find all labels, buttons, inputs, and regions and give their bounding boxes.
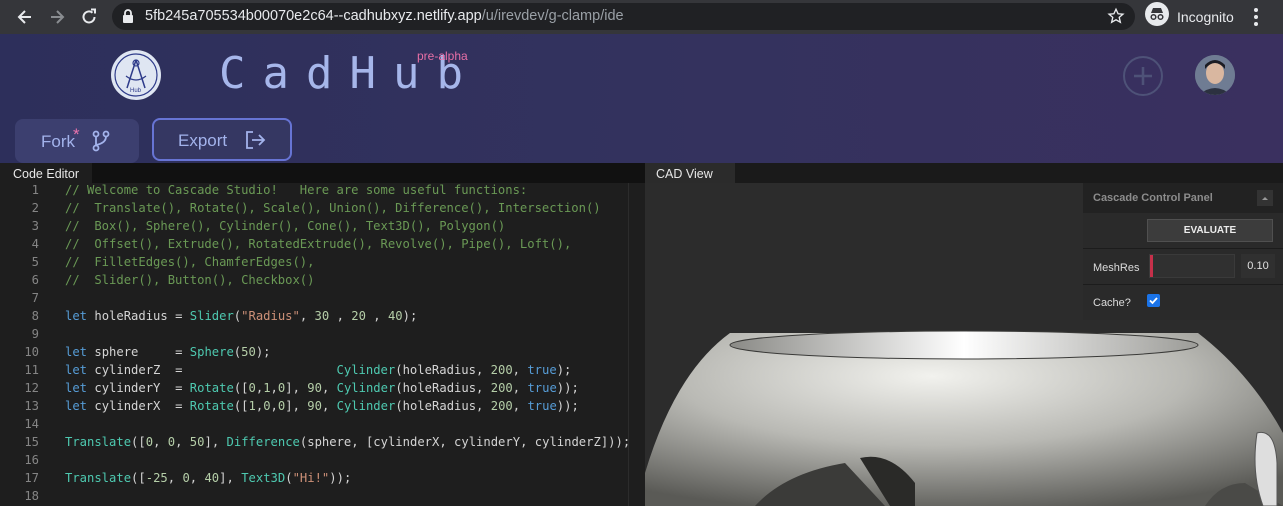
code-line[interactable]: 8 let holeRadius = Slider("Radius", 30 , … [0, 309, 628, 327]
code-line[interactable]: 17 Translate([-25, 0, 40], Text3D("Hi!"))… [0, 471, 628, 489]
code-area[interactable]: 1 // Welcome to Cascade Studio! Here are … [0, 183, 631, 506]
bookmark-star-icon[interactable] [1107, 7, 1125, 30]
add-part-button[interactable] [1123, 56, 1163, 96]
line-number: 17 [24, 471, 39, 485]
line-number: 8 [31, 309, 39, 323]
code-editor-panel: Code Editor 1 // Welcome to Cascade Studi… [0, 163, 645, 506]
line-number: 6 [31, 273, 39, 287]
code-line[interactable]: 7 [0, 291, 628, 309]
code-line[interactable]: 2 // Translate(), Rotate(), Scale(), Unio… [0, 201, 628, 219]
line-number: 13 [24, 399, 39, 413]
line-content: let cylinderX = Rotate([1,0,0], 90, Cyli… [65, 399, 579, 413]
line-number: 1 [31, 183, 39, 197]
meshres-value-input[interactable]: 0.10 [1241, 254, 1275, 278]
code-line[interactable]: 3 // Box(), Sphere(), Cylinder(), Cone(),… [0, 219, 628, 237]
cache-label: Cache? [1093, 297, 1131, 309]
code-line[interactable]: 6 // Slider(), Button(), Checkbox() [0, 273, 628, 291]
code-line[interactable]: 18 [0, 489, 628, 506]
line-number: 5 [31, 255, 39, 269]
line-number: 7 [31, 291, 39, 305]
cascade-control-panel: Cascade Control Panel EVALUATE MeshRes 0… [1083, 183, 1283, 320]
code-line[interactable]: 10 let sphere = Sphere(50); [0, 345, 628, 363]
line-content: // Welcome to Cascade Studio! Here are s… [65, 183, 528, 197]
line-number: 18 [24, 489, 39, 503]
line-content: Translate([0, 0, 50], Difference(sphere,… [65, 435, 631, 449]
code-line[interactable]: 1 // Welcome to Cascade Studio! Here are … [0, 183, 628, 201]
editor-tab-strip: Code Editor [0, 163, 645, 183]
meshres-label: MeshRes [1093, 262, 1140, 274]
cad-view-panel: CAD View Cascade Control Panel EVALUATE … [645, 163, 1283, 506]
code-line[interactable]: 15 Translate([0, 0, 50], Difference(spher… [0, 435, 631, 453]
reload-icon[interactable] [78, 6, 100, 28]
row-divider [1083, 248, 1283, 249]
export-button[interactable]: Export [152, 118, 292, 161]
incognito-label: Incognito [1177, 8, 1234, 25]
code-line[interactable]: 5 // FilletEdges(), ChamferEdges(), [0, 255, 628, 273]
row-divider [1083, 284, 1283, 285]
code-line[interactable]: 13 let cylinderX = Rotate([1,0,0], 90, Cy… [0, 399, 628, 417]
line-content: let sphere = Sphere(50); [65, 345, 271, 359]
line-number: 3 [31, 219, 39, 233]
incognito-icon [1145, 2, 1169, 31]
code-line[interactable]: 16 [0, 453, 628, 471]
control-panel-title: Cascade Control Panel [1093, 192, 1213, 204]
fork-button[interactable]: Fork * [15, 119, 139, 163]
line-number: 15 [24, 435, 39, 449]
user-avatar[interactable] [1195, 55, 1235, 95]
meshres-slider[interactable] [1149, 254, 1235, 278]
collapse-icon[interactable] [1257, 190, 1273, 206]
line-content: // Translate(), Rotate(), Scale(), Union… [65, 201, 601, 215]
line-content: // Offset(), Extrude(), RotatedExtrude()… [65, 237, 572, 251]
line-number: 9 [31, 327, 39, 341]
cache-checkbox[interactable] [1147, 294, 1160, 307]
unsaved-marker: * [73, 125, 80, 144]
forward-icon[interactable] [46, 6, 68, 28]
control-panel-header: Cascade Control Panel [1083, 183, 1283, 213]
browser-toolbar: 5fb245a705534b00070e2c64--cadhubxyz.netl… [0, 0, 1283, 34]
line-content: let cylinderY = Rotate([0,1,0], 90, Cyli… [65, 381, 579, 395]
back-icon[interactable] [14, 6, 36, 28]
pre-alpha-badge: pre-alpha [417, 49, 468, 63]
line-content: // FilletEdges(), ChamferEdges(), [65, 255, 315, 269]
incognito-indicator[interactable]: Incognito [1145, 2, 1234, 31]
evaluate-button[interactable]: EVALUATE [1147, 219, 1273, 242]
browser-menu-icon[interactable] [1253, 7, 1259, 32]
code-line[interactable]: 4 // Offset(), Extrude(), RotatedExtrude(… [0, 237, 628, 255]
code-line[interactable]: 14 [0, 417, 628, 435]
line-content: let cylinderZ = Cylinder(holeRadius, 200… [65, 363, 572, 377]
address-bar[interactable]: 5fb245a705534b00070e2c64--cadhubxyz.netl… [112, 3, 1135, 30]
export-label: Export [178, 131, 228, 150]
line-number: 12 [24, 381, 39, 395]
line-content: let holeRadius = Slider("Radius", 30 , 2… [65, 309, 418, 323]
tab-code-editor[interactable]: Code Editor [0, 163, 93, 183]
line-content: Translate([-25, 0, 40], Text3D("Hi!")); [65, 471, 352, 485]
cadhub-logo[interactable]: Hub [111, 50, 161, 100]
line-number: 10 [24, 345, 39, 359]
code-line[interactable]: 12 let cylinderY = Rotate([0,1,0], 90, Cy… [0, 381, 628, 399]
line-content: // Box(), Sphere(), Cylinder(), Cone(), … [65, 219, 506, 233]
code-line[interactable]: 9 [0, 327, 628, 345]
cad-tab-strip: CAD View [645, 163, 1283, 183]
lock-icon [122, 9, 134, 28]
tab-cad-view[interactable]: CAD View [645, 163, 735, 183]
meshres-slider-fill [1150, 255, 1153, 277]
line-number: 4 [31, 237, 39, 251]
url-host: 5fb245a705534b00070e2c64--cadhubxyz.netl… [145, 8, 482, 24]
fork-label: Fork [41, 132, 75, 151]
line-number: 2 [31, 201, 39, 215]
url-text: 5fb245a705534b00070e2c64--cadhubxyz.netl… [145, 8, 624, 24]
url-path: /u/irevdev/g-clamp/ide [481, 8, 624, 24]
editor-scrollbar[interactable] [628, 183, 641, 506]
logo-text: Hub [130, 88, 142, 94]
line-number: 16 [24, 453, 39, 467]
code-line[interactable]: 11 let cylinderZ = Cylinder(holeRadius, 2… [0, 363, 628, 381]
git-fork-icon [92, 130, 110, 157]
line-content: // Slider(), Button(), Checkbox() [65, 273, 315, 287]
line-number: 14 [24, 417, 39, 431]
app-header: Hub CadHub pre-alpha Fork * Export [0, 34, 1283, 163]
line-number: 11 [24, 363, 39, 377]
export-icon [244, 130, 266, 155]
